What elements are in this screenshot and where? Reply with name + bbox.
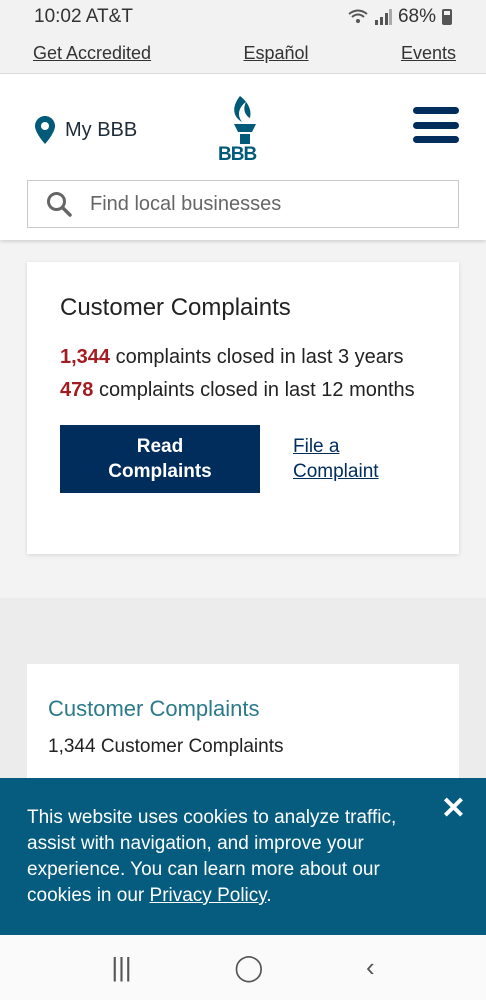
read-complaints-button[interactable]: Read Complaints bbox=[60, 425, 260, 493]
top-links: Get Accredited Español Events bbox=[0, 34, 486, 74]
signal-icon bbox=[374, 9, 392, 25]
hamburger-menu-icon[interactable] bbox=[413, 107, 459, 143]
stat-3-years: 1,344 complaints closed in last 3 years bbox=[60, 344, 426, 370]
search-input[interactable] bbox=[90, 192, 410, 216]
system-nav-bar: ||| ◯ ‹ bbox=[0, 935, 486, 1000]
stat-3-years-number: 1,344 bbox=[60, 346, 111, 368]
stat-12-months-text: complaints closed in last 12 months bbox=[98, 379, 415, 401]
recents-button[interactable]: ||| bbox=[111, 952, 131, 983]
header: My BBB BBB bbox=[0, 74, 486, 240]
espanol-link[interactable]: Español bbox=[243, 43, 308, 64]
card2-title[interactable]: Customer Complaints bbox=[48, 696, 438, 722]
my-bbb-label: My BBB bbox=[65, 118, 138, 141]
battery-icon bbox=[442, 9, 452, 25]
search-icon bbox=[47, 192, 72, 217]
location-pin-icon bbox=[35, 116, 55, 144]
search-bar bbox=[27, 180, 459, 228]
battery-percent: 68% bbox=[397, 6, 436, 27]
privacy-policy-link[interactable]: Privacy Policy bbox=[150, 885, 267, 906]
cookie-banner: This website uses cookies to analyze tra… bbox=[0, 778, 486, 935]
close-icon[interactable]: ✕ bbox=[441, 794, 466, 824]
file-complaint-link[interactable]: File a Complaint bbox=[293, 434, 403, 484]
bbb-logo[interactable]: BBB bbox=[218, 94, 272, 166]
status-bar: 10:02 AT&T 68% bbox=[0, 0, 486, 34]
wifi-icon bbox=[348, 9, 368, 23]
customer-complaints-card: Customer Complaints 1,344 Customer Compl… bbox=[27, 664, 459, 794]
status-time: 10:02 AT&T bbox=[34, 6, 133, 27]
stat-3-years-text: complaints closed in last 3 years bbox=[115, 346, 404, 368]
home-button[interactable]: ◯ bbox=[234, 952, 263, 983]
stat-12-months: 478 complaints closed in last 12 months bbox=[60, 377, 426, 403]
torch-icon bbox=[234, 96, 256, 144]
my-bbb-button[interactable]: My BBB bbox=[35, 116, 137, 144]
status-icons: 68% bbox=[348, 6, 452, 28]
stat-12-months-number: 478 bbox=[60, 379, 94, 401]
card-actions: Read Complaints File a Complaint bbox=[60, 425, 426, 493]
get-accredited-link[interactable]: Get Accredited bbox=[33, 43, 151, 64]
cookie-suffix: . bbox=[266, 885, 272, 906]
card2-subtitle: 1,344 Customer Complaints bbox=[48, 736, 284, 757]
events-link[interactable]: Events bbox=[401, 43, 456, 64]
complaints-card: Customer Complaints 1,344 complaints clo… bbox=[27, 262, 459, 554]
back-button[interactable]: ‹ bbox=[366, 952, 375, 983]
card-title: Customer Complaints bbox=[60, 294, 291, 321]
logo-text: BBB bbox=[218, 144, 257, 165]
